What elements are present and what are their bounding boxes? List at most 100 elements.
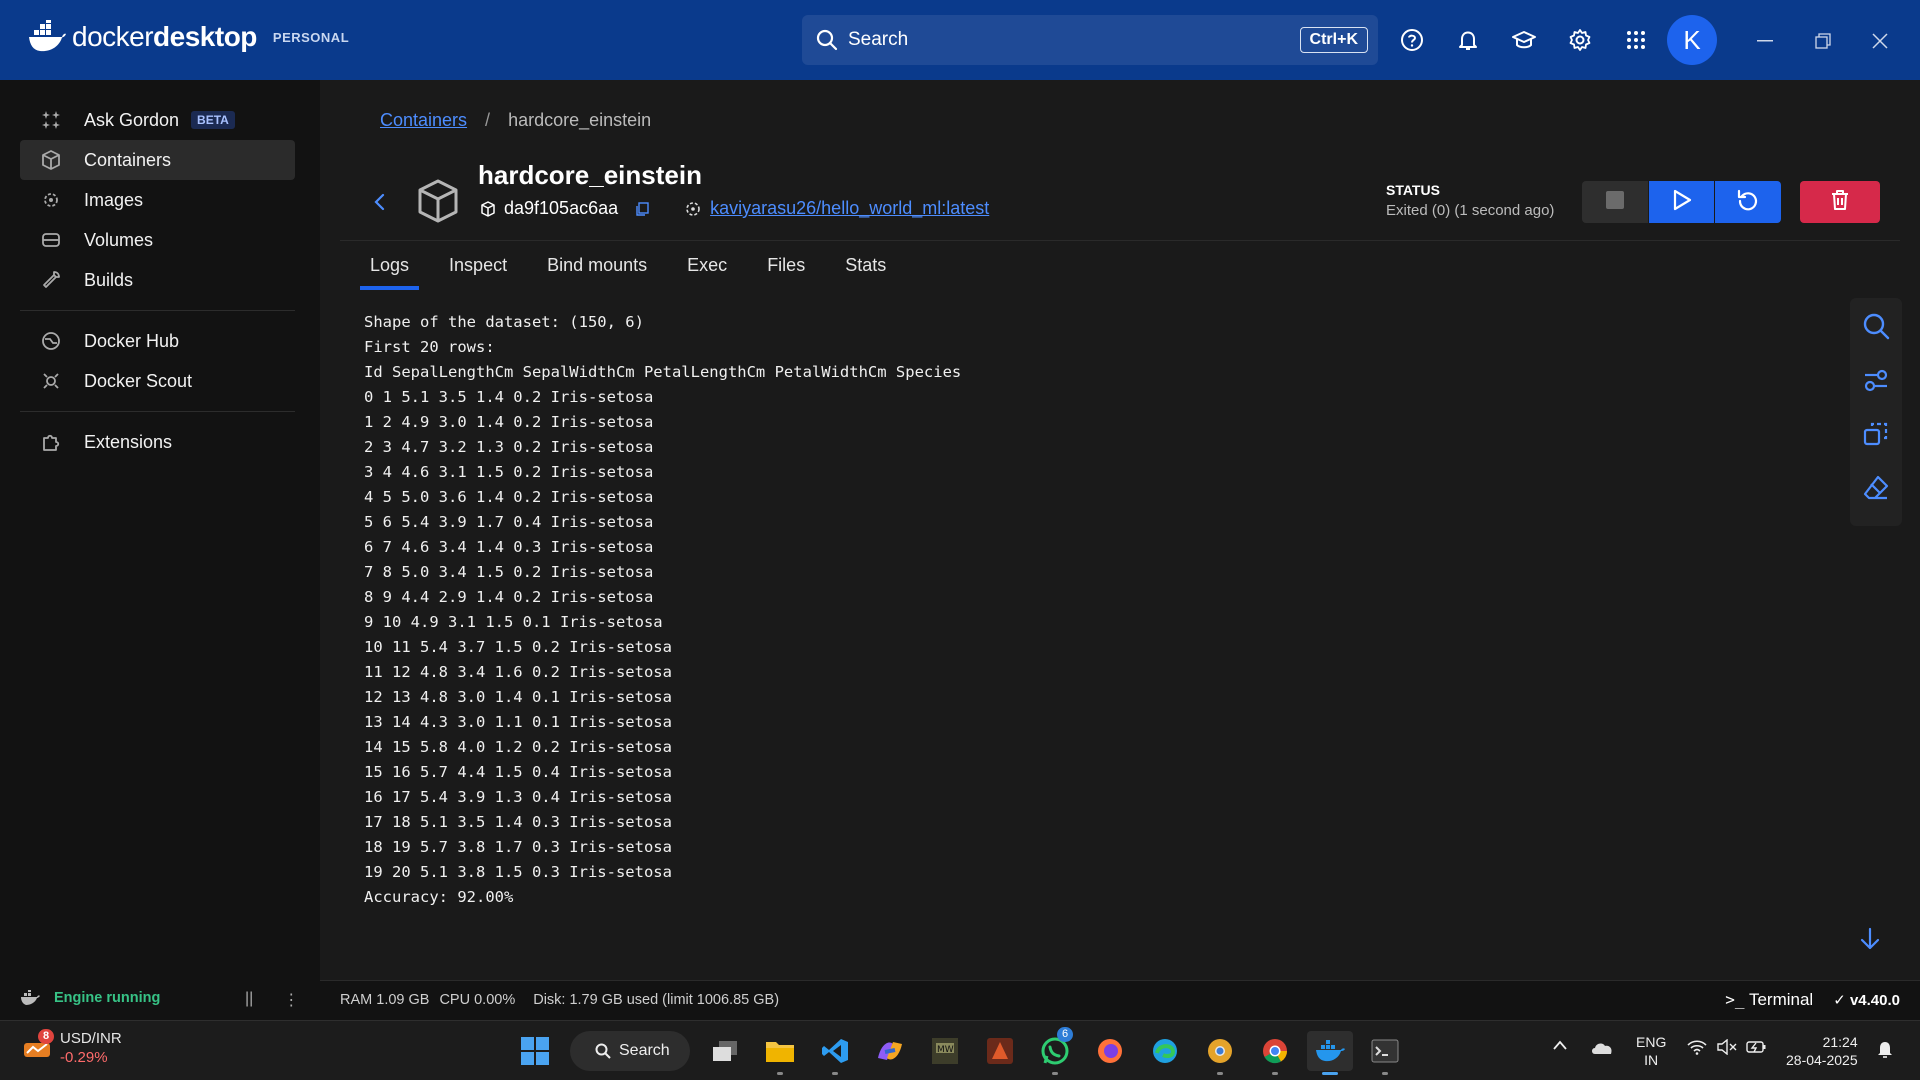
terminal-button[interactable]: >_ Terminal [1725,990,1813,1010]
app-name: dockerdesktop [72,21,257,52]
taskbar-search-label: Search [619,1042,670,1059]
status-footer: Engine running || ⋮ RAM 1.09 GB CPU 0.00… [0,980,1920,1020]
tab-logs[interactable]: Logs [360,255,420,290]
user-avatar[interactable]: K [1667,15,1717,65]
sidebar-item-volumes[interactable]: Volumes [20,220,295,260]
apps-grid-icon[interactable] [1616,20,1656,60]
breadcrumb-containers-link[interactable]: Containers [380,110,467,131]
global-search[interactable]: Search Ctrl+K [802,15,1378,65]
sidebar-item-label: Containers [84,149,172,170]
file-explorer-icon[interactable] [760,1031,800,1071]
tab-files[interactable]: Files [747,255,825,290]
copilot-icon[interactable] [870,1031,910,1071]
sidebar-item-builds[interactable]: Builds [20,260,295,300]
firefox-icon[interactable] [1090,1031,1130,1071]
restart-button[interactable] [1715,181,1781,223]
docker-desktop-taskbar-icon[interactable] [1307,1031,1353,1071]
start-button[interactable] [1649,181,1714,223]
tab-stats[interactable]: Stats [825,255,906,290]
log-toolbar [1850,298,1902,526]
log-line: 14 15 5.8 4.0 1.2 0.2 Iris-setosa [364,738,672,756]
log-line: 18 19 5.7 3.8 1.7 0.3 Iris-setosa [364,838,672,856]
sidebar-item-label: Volumes [84,229,154,250]
wrench-icon [40,269,62,291]
more-options-icon[interactable]: ⋮ [283,990,299,1010]
docker-logo[interactable]: dockerdesktop PERSONAL [28,20,349,54]
search-logs-icon[interactable] [1858,308,1894,344]
log-line: 7 8 5.0 3.4 1.5 0.2 Iris-setosa [364,563,654,581]
volume-muted-icon[interactable] [1716,1039,1738,1055]
tab-bind-mounts[interactable]: Bind mounts [527,255,667,290]
onedrive-cloud-icon[interactable] [1590,1039,1614,1055]
chrome-canary-icon[interactable] [1200,1031,1240,1071]
log-output[interactable]: Shape of the dataset: (150, 6) First 20 r… [364,310,1744,910]
clock-date: 28-04-2025 [1786,1052,1858,1068]
log-line: 9 10 4.9 3.1 1.5 0.1 Iris-setosa [364,613,663,631]
wifi-icon[interactable] [1686,1039,1708,1055]
learning-center-icon[interactable] [1504,20,1544,60]
engine-status[interactable]: Engine running [20,990,160,1006]
container-id-icon [481,200,495,217]
terminal-label: Terminal [1748,990,1814,1009]
restore-window-icon[interactable] [1807,25,1839,57]
log-line: 10 11 5.4 3.7 1.5 0.2 Iris-setosa [364,638,672,656]
market-widget[interactable]: 8 USD/INR -0.29% [22,1029,122,1067]
log-line: 16 17 5.4 3.9 1.3 0.4 Iris-setosa [364,788,672,806]
taskbar-search[interactable]: Search [570,1031,690,1071]
minecraft-launcher-icon[interactable]: MW [925,1031,965,1071]
language-indicator[interactable]: ENG IN [1636,1033,1666,1069]
sidebar-item-docker-hub[interactable]: Docker Hub [20,321,295,361]
terminal-prompt-icon: >_ [1725,990,1745,1009]
minimize-window-icon[interactable] [1749,25,1781,57]
system-clock[interactable]: 21:24 28-04-2025 [1786,1033,1858,1069]
vscode-icon[interactable] [815,1031,855,1071]
footer-divider [320,980,1920,981]
sidebar-divider [20,411,295,412]
header-divider [340,240,1900,241]
filter-settings-icon[interactable] [1858,362,1894,398]
pause-engine-icon[interactable]: || [245,990,253,1010]
whatsapp-icon[interactable]: 6 [1035,1027,1075,1071]
log-line: 6 7 4.6 3.4 1.4 0.3 Iris-setosa [364,538,654,556]
trash-icon [1830,189,1850,216]
image-icon [40,189,62,211]
copy-logs-icon[interactable] [1858,416,1894,452]
task-view-icon[interactable] [705,1031,745,1071]
back-chevron-icon[interactable] [370,190,390,219]
settings-gear-icon[interactable] [1560,20,1600,60]
clear-logs-eraser-icon[interactable] [1858,470,1894,506]
image-link[interactable]: kaviyarasu26/hello_world_ml:latest [710,198,989,219]
log-line: 17 18 5.1 3.5 1.4 0.3 Iris-setosa [364,813,672,831]
sidebar-item-containers[interactable]: Containers [20,140,295,180]
breadcrumb: Containers / hardcore_einstein [380,110,651,131]
restart-icon [1736,188,1760,217]
battery-charging-icon[interactable] [1746,1039,1768,1055]
copy-icon[interactable] [634,201,650,217]
edge-icon[interactable] [1145,1031,1185,1071]
close-window-icon[interactable] [1864,25,1896,57]
container-meta: da9f105ac6aa kaviyarasu26/hello_world_ml… [480,198,989,219]
checkmark-icon: ✓ [1833,992,1846,1009]
show-hidden-icons-chevron-icon[interactable] [1552,1039,1568,1051]
notification-bell-icon[interactable] [1876,1039,1894,1059]
game-launcher-icon[interactable] [980,1031,1020,1071]
log-line: 19 20 5.1 3.8 1.5 0.3 Iris-setosa [364,863,672,881]
tab-exec[interactable]: Exec [667,255,747,290]
terminal-app-icon[interactable] [1365,1031,1405,1071]
tab-inspect[interactable]: Inspect [429,255,527,290]
scroll-to-bottom-arrow-icon[interactable] [1858,926,1882,957]
delete-button[interactable] [1800,181,1880,223]
log-line: Accuracy: 92.00% [364,888,514,906]
notifications-bell-icon[interactable] [1448,20,1488,60]
version-indicator[interactable]: ✓ v4.40.0 [1833,991,1900,1009]
sidebar-item-ask-gordon[interactable]: Ask Gordon BETA [20,100,295,140]
sidebar-item-docker-scout[interactable]: Docker Scout [20,361,295,401]
chrome-icon[interactable] [1255,1031,1295,1071]
windows-start-icon[interactable] [515,1031,555,1071]
sidebar-item-extensions[interactable]: Extensions [20,422,295,462]
widget-badge: 8 [38,1029,55,1044]
sidebar-item-images[interactable]: Images [20,180,295,220]
stop-button[interactable] [1582,181,1648,223]
help-icon[interactable] [1392,20,1432,60]
log-line: 4 5 5.0 3.6 1.4 0.2 Iris-setosa [364,488,654,506]
